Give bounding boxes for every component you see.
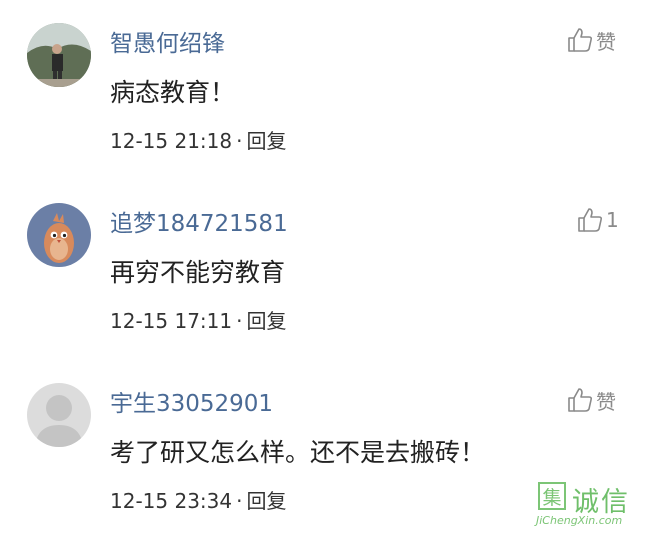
separator: ·: [236, 489, 243, 513]
watermark-logo-box: 集: [538, 482, 566, 510]
reply-button[interactable]: 回复: [246, 129, 286, 153]
timestamp: 12-15 23:34: [110, 489, 233, 513]
avatar[interactable]: [27, 203, 91, 267]
avatar[interactable]: [27, 383, 91, 447]
reply-button[interactable]: 回复: [246, 309, 286, 333]
reply-button[interactable]: 回复: [246, 489, 286, 513]
site-watermark: 集 诚信 JiChengXin.com: [530, 478, 648, 528]
avatar[interactable]: [27, 23, 91, 87]
separator: ·: [236, 309, 243, 333]
thumbs-up-icon: [568, 388, 593, 412]
separator: ·: [236, 129, 243, 153]
comment-text: 病态教育！: [110, 78, 236, 107]
like-label: 赞: [596, 389, 616, 414]
photo-avatar-image: [27, 23, 91, 87]
username[interactable]: 追梦184721581: [110, 204, 288, 238]
watermark-url: JiChengXin.com: [536, 514, 623, 527]
comment-meta: 12-15 17:11 · 回复: [110, 305, 286, 334]
comment-text: 考了研又怎么样。还不是去搬砖！: [110, 438, 486, 467]
like-button[interactable]: 1: [576, 205, 619, 235]
thumbs-up-icon: [568, 28, 593, 52]
comment-meta: 12-15 21:18 · 回复: [110, 125, 286, 154]
timestamp: 12-15 21:18: [110, 129, 233, 153]
comment-text: 再穷不能穷教育: [110, 258, 286, 287]
thumbs-up-icon: [578, 208, 603, 232]
comment-meta: 12-15 23:34 · 回复: [110, 485, 286, 514]
like-label: 赞: [596, 29, 616, 54]
comment-item: 智愚何绍锋 病态教育！ 12-15 21:18 · 回复 赞: [0, 0, 650, 180]
like-button[interactable]: 赞: [566, 25, 616, 55]
username[interactable]: 智愚何绍锋: [110, 24, 225, 58]
bird-avatar-image: [27, 203, 91, 267]
like-button[interactable]: 赞: [566, 385, 616, 415]
username[interactable]: 宇生33052901: [110, 384, 273, 418]
comment-item: 追梦184721581 再穷不能穷教育 12-15 17:11 · 回复 1: [0, 180, 650, 360]
default-avatar-image: [27, 383, 91, 447]
timestamp: 12-15 17:11: [110, 309, 233, 333]
like-count: 1: [606, 208, 619, 232]
